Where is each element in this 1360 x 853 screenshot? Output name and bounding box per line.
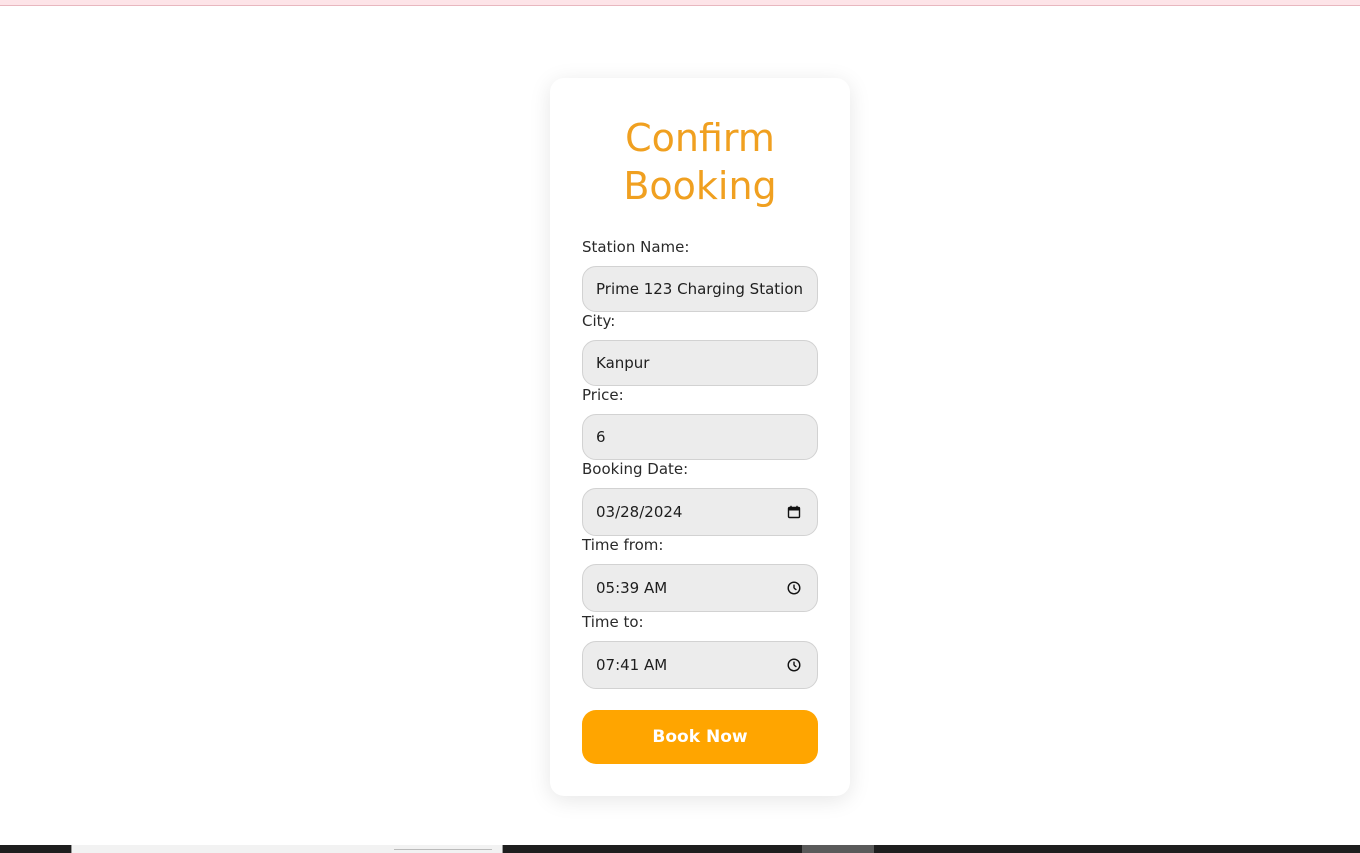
booking-date-value: 03/28/2024: [596, 503, 683, 521]
booking-card: Confirm Booking Station Name: Prime 123 …: [550, 78, 850, 796]
booking-date-label: Booking Date:: [582, 460, 689, 478]
station-name-value: Prime 123 Charging Station: [596, 280, 804, 298]
time-from-value: 05:39 AM: [596, 579, 668, 597]
page-title-line-2: Booking: [623, 164, 777, 208]
taskbar-window-tab-detail: [394, 849, 492, 853]
time-to-label: Time to:: [582, 613, 644, 631]
time-from-field[interactable]: 05:39 AM: [582, 564, 818, 612]
price-label: Price:: [582, 386, 624, 404]
taskbar-window-tab[interactable]: [71, 845, 503, 853]
station-name-field[interactable]: Prime 123 Charging Station: [582, 266, 818, 312]
top-strip: [0, 0, 1360, 6]
clock-icon[interactable]: [787, 581, 801, 595]
clock-icon[interactable]: [787, 658, 801, 672]
time-to-field[interactable]: 07:41 AM: [582, 641, 818, 689]
city-label: City:: [582, 312, 616, 330]
city-field[interactable]: Kanpur: [582, 340, 818, 386]
time-from-label: Time from:: [582, 536, 664, 554]
price-value: 6: [596, 428, 606, 446]
city-value: Kanpur: [596, 354, 650, 372]
book-now-button[interactable]: Book Now: [582, 710, 818, 764]
page-title: Confirm Booking: [550, 114, 850, 210]
page-title-line-1: Confirm: [625, 116, 775, 160]
time-to-value: 07:41 AM: [596, 656, 668, 674]
price-field[interactable]: 6: [582, 414, 818, 460]
calendar-icon[interactable]: [787, 505, 801, 519]
taskbar-active-item[interactable]: [802, 845, 874, 853]
station-name-label: Station Name:: [582, 238, 690, 256]
booking-date-field[interactable]: 03/28/2024: [582, 488, 818, 536]
